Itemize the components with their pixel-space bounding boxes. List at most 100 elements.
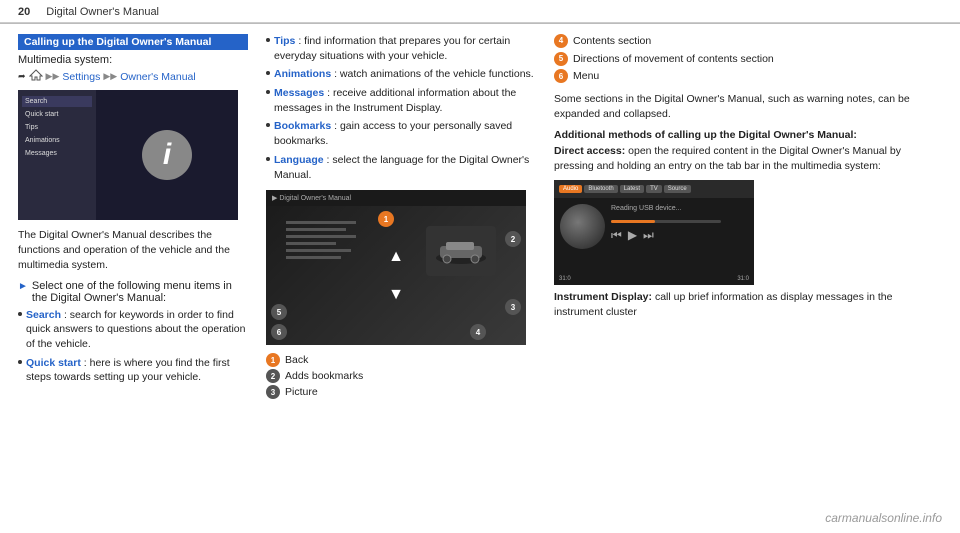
- list-item-text: Language : select the language for the D…: [274, 153, 536, 182]
- num-circle-5: 5: [271, 304, 287, 320]
- bullet-dot: [18, 312, 22, 316]
- nav-owners-manual[interactable]: Owner's Manual: [120, 71, 196, 83]
- toc-line: [286, 242, 336, 245]
- instrument-bold: Instrument Display:: [554, 291, 652, 303]
- mid-content: ▲ ▼: [266, 206, 526, 345]
- tab-audio: Audio: [559, 185, 582, 193]
- reading-usb-text: Reading USB device...: [611, 204, 748, 215]
- numbered-list-right: 4 Contents section 5 Directions of movem…: [554, 34, 942, 84]
- num-circle-4: 4: [470, 324, 486, 340]
- direct-access-bold: Direct access:: [554, 145, 625, 157]
- tab-latest: Latest: [620, 185, 644, 193]
- num-circle-3: 3: [505, 299, 521, 315]
- nav-path: ➦ ▶▶ Settings ▶▶ Owner's Manual: [18, 69, 248, 84]
- page-number: 20: [18, 6, 30, 18]
- tab-tv: TV: [646, 185, 662, 193]
- list-item: Animations : watch animations of the veh…: [266, 67, 536, 82]
- link-bookmarks: Bookmarks: [274, 120, 331, 132]
- bullet-dot: [266, 71, 270, 75]
- num-circle-6: 6: [271, 324, 287, 340]
- link-search: Search: [26, 309, 61, 321]
- info-circle: i: [142, 130, 192, 180]
- screenshot-sidebar: Search Quick start Tips Animations Messa…: [18, 90, 96, 220]
- tab-bluetooth: Bluetooth: [584, 185, 617, 193]
- legend-num-2: 2: [266, 369, 280, 383]
- description-text: The Digital Owner's Manual describes the…: [18, 228, 248, 274]
- direct-access-text: Direct access: open the required content…: [554, 144, 942, 174]
- link-quickstart: Quick start: [26, 357, 81, 369]
- legend-item-2: 2 Adds bookmarks: [266, 369, 536, 383]
- link-tips: Tips: [274, 35, 295, 47]
- down-arrow-icon: ▼: [388, 286, 404, 304]
- progress-bar-bg: [611, 220, 721, 223]
- link-animations: Animations: [274, 68, 331, 80]
- list-item: Search : search for keywords in order to…: [18, 308, 248, 352]
- right-screen-top: Audio Bluetooth Latest TV Source: [554, 180, 754, 198]
- list-item: Language : select the language for the D…: [266, 153, 536, 182]
- section-heading: Calling up the Digital Owner's Manual: [18, 34, 248, 50]
- list-item-text: Quick start : here is where you find the…: [26, 356, 248, 385]
- right-list-item-4: 4 Contents section: [554, 34, 942, 49]
- col-left: Calling up the Digital Owner's Manual Mu…: [18, 34, 248, 519]
- car-svg: [434, 236, 489, 266]
- toc-lines: [286, 221, 366, 259]
- right-screen-body: Reading USB device... ⏮ ▶ ⏭: [554, 198, 754, 255]
- legend-label-2: Adds bookmarks: [285, 370, 363, 382]
- play-icon: ▶: [628, 228, 637, 243]
- page-header: 20 Digital Owner's Manual: [0, 0, 960, 23]
- toc-line: [286, 221, 356, 224]
- main-content: Calling up the Digital Owner's Manual Mu…: [0, 24, 960, 527]
- media-controls: ⏮ ▶ ⏭: [611, 228, 748, 243]
- mid-screen-inner: ▶ Digital Owner's Manual ▲ ▼: [266, 190, 526, 345]
- right-num-4: 4: [554, 34, 568, 48]
- mid-topbar: ▶ Digital Owner's Manual: [266, 190, 526, 206]
- right-list-item-6: 6 Menu: [554, 69, 942, 84]
- right-screen-bottom: 31:0 31:0: [559, 276, 749, 282]
- sidebar-search: Search: [22, 96, 92, 107]
- list-item: Tips : find information that prepares yo…: [266, 34, 536, 63]
- multimedia-label: Multimedia system:: [18, 54, 248, 66]
- legend-item-1: 1 Back: [266, 353, 536, 367]
- legend-item-3: 3 Picture: [266, 385, 536, 399]
- legend-label-3: Picture: [285, 386, 318, 398]
- arrow-icon: ►: [18, 281, 28, 292]
- bullet-dot: [266, 123, 270, 127]
- toc-line: [286, 256, 341, 259]
- arrow-bullet: ► Select one of the following menu items…: [18, 280, 248, 304]
- time-left: 31:0: [559, 276, 571, 282]
- screenshot-mid: ▶ Digital Owner's Manual ▲ ▼: [266, 190, 526, 345]
- nav-settings[interactable]: Settings: [62, 71, 100, 83]
- list-item-text: Bookmarks : gain access to your personal…: [274, 119, 536, 148]
- toc-line: [286, 249, 351, 252]
- list-item: Messages : receive additional informatio…: [266, 86, 536, 115]
- nav-home-icon: [29, 69, 43, 84]
- time-right: 31:0: [737, 276, 749, 282]
- legend-num-3: 3: [266, 385, 280, 399]
- col-right: 4 Contents section 5 Directions of movem…: [554, 34, 942, 519]
- next-icon: ⏭: [643, 228, 654, 243]
- list-item-text: Search : search for keywords in order to…: [26, 308, 248, 352]
- col-mid: Tips : find information that prepares yo…: [266, 34, 536, 519]
- list-item-text: Tips : find information that prepares yo…: [274, 34, 536, 63]
- car-icon: ➦: [18, 71, 26, 82]
- note-text: Some sections in the Digital Owner's Man…: [554, 92, 942, 122]
- legend-num-1: 1: [266, 353, 280, 367]
- tab-source: Source: [664, 185, 691, 193]
- sidebar-animations: Animations: [22, 135, 92, 146]
- nav-sep-2: ▶▶: [103, 71, 117, 82]
- progress-bar-fill: [611, 220, 655, 223]
- list-item-text: Messages : receive additional informatio…: [274, 86, 536, 115]
- up-arrow-icon: ▲: [388, 248, 404, 266]
- right-num-6: 6: [554, 69, 568, 83]
- bullet-list-left: Search : search for keywords in order to…: [18, 308, 248, 385]
- screenshot-left: Search Quick start Tips Animations Messa…: [18, 90, 238, 220]
- right-num-5: 5: [554, 52, 568, 66]
- screenshot-main-area: i: [96, 90, 238, 220]
- sidebar-quickstart: Quick start: [22, 109, 92, 120]
- bullet-dot: [266, 38, 270, 42]
- car-image-area: [426, 226, 496, 276]
- num-circle-2: 2: [505, 231, 521, 247]
- link-language: Language: [274, 154, 324, 166]
- list-item: Bookmarks : gain access to your personal…: [266, 119, 536, 148]
- list-item: Quick start : here is where you find the…: [18, 356, 248, 385]
